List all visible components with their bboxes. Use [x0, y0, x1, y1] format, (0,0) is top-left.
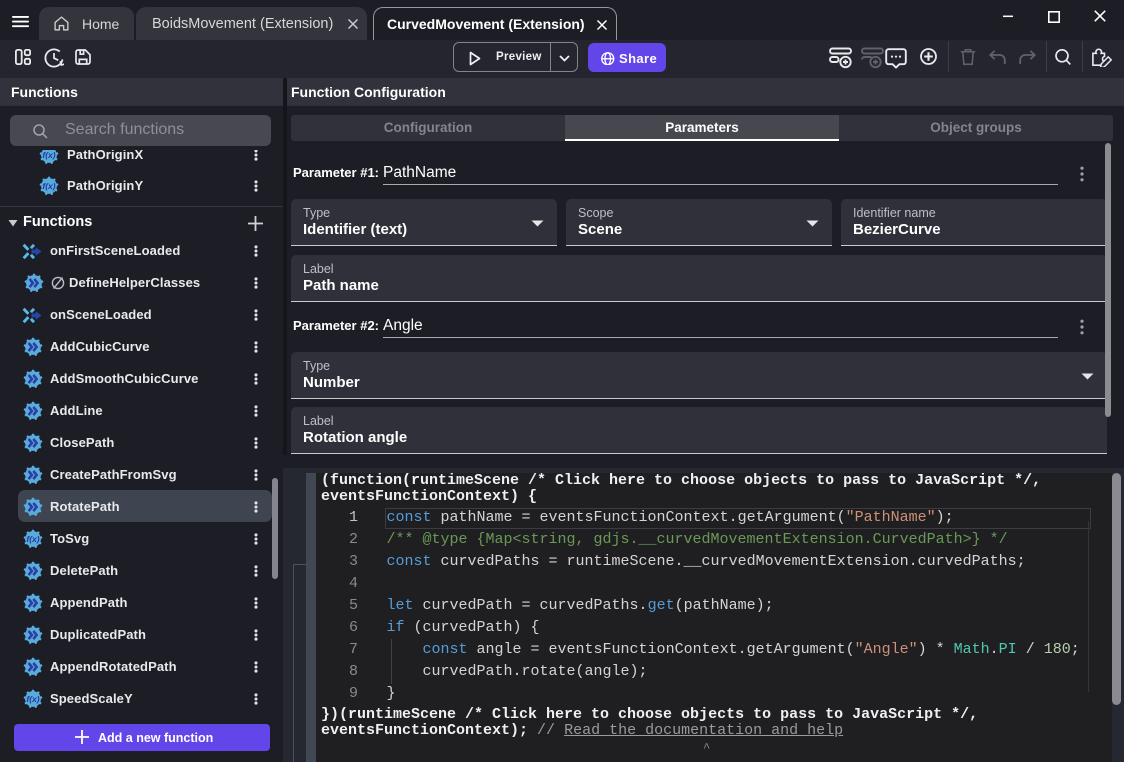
svg-text:f(x): f(x)	[26, 694, 39, 704]
svg-text:f(x): f(x)	[42, 150, 55, 160]
svg-text:f(x): f(x)	[26, 534, 39, 544]
svg-text:f(x): f(x)	[42, 181, 55, 191]
